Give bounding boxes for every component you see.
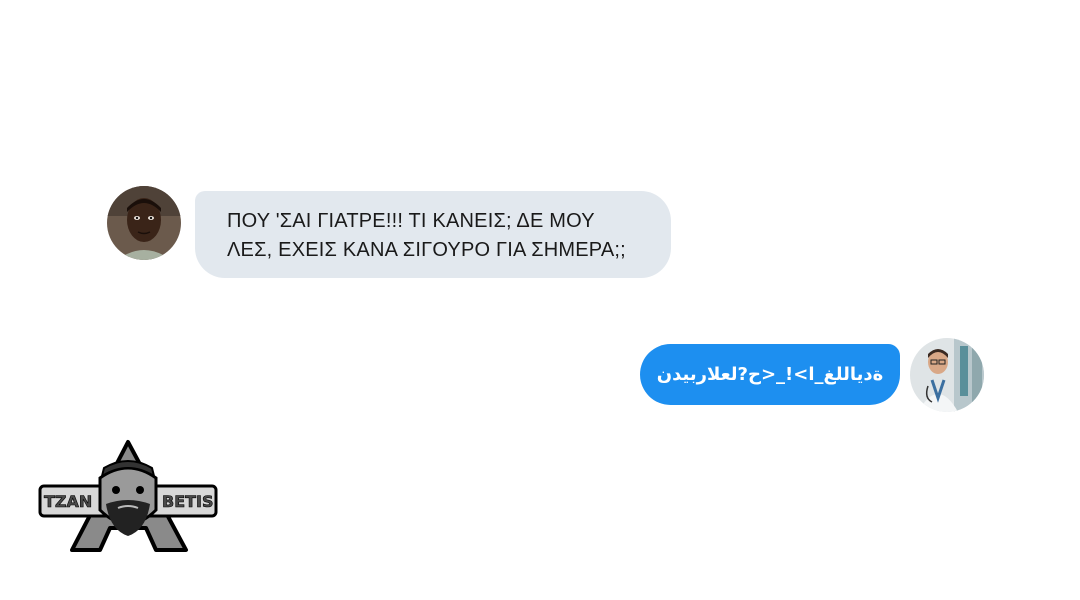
tzanbetis-logo: TZAN BETIS (38, 438, 218, 553)
person-avatar-icon (107, 186, 181, 260)
incoming-avatar[interactable] (107, 186, 181, 260)
logo-text-left: TZAN (44, 492, 92, 511)
incoming-message-bubble[interactable]: ΠΟΥ 'ΣΑΙ ΓΙΑΤΡΕ!!! ΤΙ ΚΑΝΕΙΣ; ΔΕ ΜΟΥ ΛΕΣ… (195, 191, 671, 278)
outgoing-message-bubble[interactable]: ةدياللغ_ا>!_<ح?لعلاربيدن (640, 344, 900, 405)
outgoing-avatar[interactable] (910, 338, 984, 412)
outgoing-message-text: ةدياللغ_ا>!_<ح?لعلاربيدن (656, 364, 884, 385)
logo-text-right: BETIS (162, 492, 214, 511)
incoming-message-text: ΠΟΥ 'ΣΑΙ ΓΙΑΤΡΕ!!! ΤΙ ΚΑΝΕΙΣ; ΔΕ ΜΟΥ ΛΕΣ… (227, 210, 626, 261)
bearded-man-logo-icon: TZAN BETIS (38, 440, 218, 552)
doctor-avatar-icon (910, 338, 984, 412)
